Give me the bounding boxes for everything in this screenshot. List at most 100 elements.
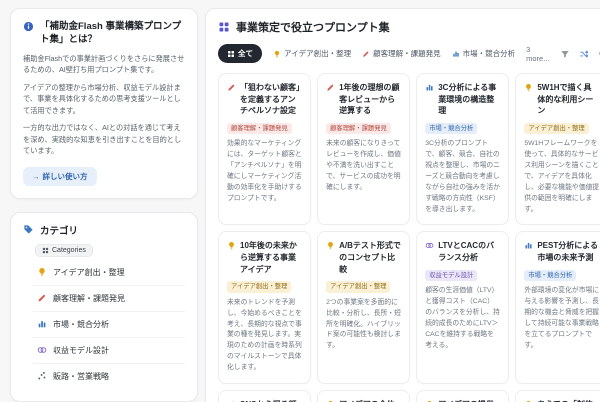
about-paragraph: 補助金Flashでの事業計画づくりをさらに発展させるための、AI壁打ち用プロンプ…: [23, 53, 185, 76]
prompt-card[interactable]: 3C分析による事業環境の構造整理市場・競合分析 3C分析のプロンプトで、顧客、競合…: [416, 73, 509, 225]
main-panel: 事業策定で役立つプロンプト集 全てアイデア創出・整理顧客理解・課題発見市場・競合…: [205, 8, 600, 402]
card-title: LTVとCACのバランス分析: [438, 240, 500, 263]
categories-title: カテゴリ: [40, 223, 78, 237]
about-panel: 「補助金Flash 事業構築プロンプト集」とは？ 補助金Flashでの事業計画づ…: [10, 8, 198, 199]
marker-pen-icon: [227, 83, 236, 92]
card-title-row: 1年後の理想の顧客レビューから逆算する: [326, 82, 401, 117]
category-label: 市場・競合分析: [53, 319, 109, 330]
bar-chart-icon: [425, 83, 434, 92]
tab-bar: 全て アイデア創出・整理 顧客理解・課題発見 市場・競合分析 3 more...: [218, 44, 600, 63]
sidebar-category-sales[interactable]: 販路・営業戦略: [33, 364, 185, 389]
coins-icon: [37, 345, 47, 355]
coins-icon: [425, 241, 434, 250]
about-header: 「補助金Flash 事業構築プロンプト集」とは？: [23, 20, 185, 47]
lightbulb-icon: [326, 241, 335, 250]
prompt-card[interactable]: A/Bテスト形式でのコンセプト比較アイデア創出・整理 2つの事業案を多面的に比較・…: [317, 231, 410, 383]
lightbulb-icon: [273, 50, 281, 58]
sidebar-category-idea[interactable]: アイデア創出・整理: [33, 260, 185, 286]
tag-icon: [23, 224, 34, 235]
filter-icon[interactable]: [560, 49, 570, 59]
info-icon: [23, 21, 34, 32]
category-badge: アイデア創出・整理: [326, 281, 390, 293]
category-badge: 市場・競合分析: [425, 123, 477, 135]
bar-chart-icon: [452, 50, 460, 58]
page: 「補助金Flash 事業構築プロンプト集」とは？ 補助金Flashでの事業計画づ…: [0, 0, 600, 402]
category-badge: アイデア創出・整理: [524, 123, 588, 135]
shuffle-icon[interactable]: [579, 49, 589, 59]
sidebar-category-revenue[interactable]: 収益モデル設計: [33, 338, 185, 364]
prompt-card[interactable]: 10年後の未来から逆算する事業アイデアアイデア創出・整理未来のトレンドを予測し、…: [218, 231, 311, 383]
categories-header: カテゴリ: [23, 223, 185, 237]
card-title-row: 「狙わない顧客」を定義するアンチペルソナ設定: [227, 82, 302, 117]
card-title: 5W1Hで描く具体的な利用シーン: [537, 82, 599, 117]
card-title: PEST分析による市場の未来予測: [537, 240, 599, 263]
categories-badge: Categories: [35, 244, 93, 257]
tab-market[interactable]: 市場・競合分析: [452, 48, 516, 59]
card-title-row: PEST分析による市場の未来予測: [524, 240, 599, 263]
scatter-icon: [37, 371, 47, 381]
tab-idea[interactable]: アイデア創出・整理: [273, 48, 351, 59]
category-list: アイデア創出・整理顧客理解・課題発見市場・競合分析収益モデル設計販路・営業戦略: [23, 260, 185, 389]
prompt-card[interactable]: あえての「制約」で尖ったアイデアを出すアイデア創出・整理限られた資源でも創造性を…: [515, 390, 600, 402]
card-description: 未来のトレンドを予測し、今始めるべきことを考え、長期的な視点で事業の種を発見しま…: [227, 298, 302, 374]
bar-chart-icon: [524, 241, 533, 250]
category-badge: アイデア創出・整理: [227, 281, 291, 293]
tab-list: 全て アイデア創出・整理 顧客理解・課題発見 市場・競合分析: [218, 44, 515, 63]
usage-guide-button[interactable]: → 詳しい使い方: [23, 167, 97, 186]
sidebar: 「補助金Flash 事業構築プロンプト集」とは？ 補助金Flashでの事業計画づ…: [10, 8, 198, 402]
about-paragraph: 一方的な出力ではなく、AIとの対話を通じて考えを深め、実践的な知恵を引き出すこと…: [23, 122, 185, 157]
category-label: 収益モデル設計: [53, 345, 109, 356]
card-title: 1年後の理想の顧客レビューから逆算する: [339, 82, 401, 117]
card-description: 3C分析のプロンプトで、顧客、競合、自社の視点を整理し、市場のニーズと競合動向を…: [425, 139, 500, 215]
prompt-card[interactable]: LTVとCACのバランス分析収益モデル設計顧客の生涯価値（LTV）と獲得コスト（…: [416, 231, 509, 383]
tab-label: アイデア創出・整理: [284, 48, 351, 59]
category-badge: 収益モデル設計: [425, 270, 477, 282]
more-tabs-button[interactable]: 3 more...: [526, 45, 549, 63]
sidebar-category-customer[interactable]: 顧客理解・課題発見: [33, 286, 185, 312]
card-description: 未来の顧客になりきってレビューを作成し、価値や不満を洗い出すことで、サービスの成…: [326, 139, 401, 193]
grid-icon: [42, 247, 49, 254]
arrow-right-icon: →: [32, 172, 40, 181]
card-description: 外部環境の変化が市場に与える影響を予測し、長期的な機会と脅威を把握して持続可能な…: [524, 286, 599, 351]
category-label: 顧客理解・課題発見: [53, 293, 125, 304]
grid-icon: [218, 21, 230, 33]
tab-label: 顧客理解・課題発見: [373, 48, 441, 59]
marker-pen-icon: [362, 50, 370, 58]
category-label: アイデア創出・整理: [53, 267, 125, 278]
card-title-row: 5W1Hで描く具体的な利用シーン: [524, 82, 599, 117]
about-paragraphs: 補助金Flashでの事業計画づくりをさらに発展させるための、AI壁打ち用プロンプ…: [23, 53, 185, 157]
prompt-card[interactable]: 「狙わない顧客」を定義するアンチペルソナ設定顧客理解・課題発見効果的なマーケティ…: [218, 73, 311, 225]
card-title: 10年後の未来から逆算する事業アイデア: [240, 240, 302, 275]
prompt-card[interactable]: 1年後の理想の顧客レビューから逆算する顧客理解・課題発見未来の顧客になりきってレ…: [317, 73, 410, 225]
lightbulb-icon: [227, 241, 236, 250]
prompt-card[interactable]: アイデアの全体像を掴むマインドマップ作成アイデア創出・整理新規事業のアイデアをマ…: [317, 390, 410, 402]
card-description: 2つの事業案を多面的に比較・分析し、長所・短所を明確化。ハイブリッド案の可能性も…: [326, 298, 401, 352]
grid-icon: [227, 50, 235, 58]
marker-pen-icon: [37, 293, 47, 303]
bar-chart-icon: [37, 319, 47, 329]
card-description: 5W1Hフレームワークを使って、具体的なサービス利用シーンを描くことで、アイデア…: [524, 139, 599, 215]
usage-guide-label: 詳しい使い方: [43, 171, 88, 182]
card-description: 効果的なマーケティングには、ターゲット顧客と「アンチペルソナ」を明確にしマーケテ…: [227, 139, 302, 204]
toolbar: [560, 49, 600, 59]
card-title: A/Bテスト形式でのコンセプト比較: [339, 240, 401, 275]
category-badge: 顧客理解・課題発見: [227, 123, 292, 135]
prompt-card[interactable]: PEST分析による市場の未来予測市場・競合分析外部環境の変化が市場に与える影響を…: [515, 231, 600, 383]
about-title: 「補助金Flash 事業構築プロンプト集」とは？: [40, 20, 185, 47]
lightbulb-icon: [37, 267, 47, 277]
category-badge: 顧客理解・課題発見: [326, 123, 391, 135]
card-title: 3C分析による事業環境の構造整理: [438, 82, 500, 117]
card-description: 顧客の生涯価値（LTV）と獲得コスト（CAC）のバランスを分析し、持続的成長のた…: [425, 286, 500, 351]
tab-customer[interactable]: 顧客理解・課題発見: [362, 48, 441, 59]
prompt-card[interactable]: アイデアの提供価値が刺さるペルソナ作成アイデア創出・整理サービスの価値がどの顧客…: [416, 390, 509, 402]
main-header: 事業策定で役立つプロンプト集: [218, 19, 600, 35]
prompt-card[interactable]: 5W1Hで描く具体的な利用シーンアイデア創出・整理 5W1Hフレームワークを使って…: [515, 73, 600, 225]
prompt-card[interactable]: SNSから探る顧客の生々しい本音（ソーシャルリスニング）顧客理解・課題発見SNS…: [218, 390, 311, 402]
sidebar-category-market[interactable]: 市場・競合分析: [33, 312, 185, 338]
category-badge: 市場・競合分析: [524, 270, 576, 282]
card-grid: 「狙わない顧客」を定義するアンチペルソナ設定顧客理解・課題発見効果的なマーケティ…: [218, 73, 600, 402]
marker-pen-icon: [326, 83, 335, 92]
tab-all[interactable]: 全て: [218, 44, 262, 63]
card-title: 「狙わない顧客」を定義するアンチペルソナ設定: [240, 82, 302, 117]
tab-label: 市場・競合分析: [463, 48, 516, 59]
